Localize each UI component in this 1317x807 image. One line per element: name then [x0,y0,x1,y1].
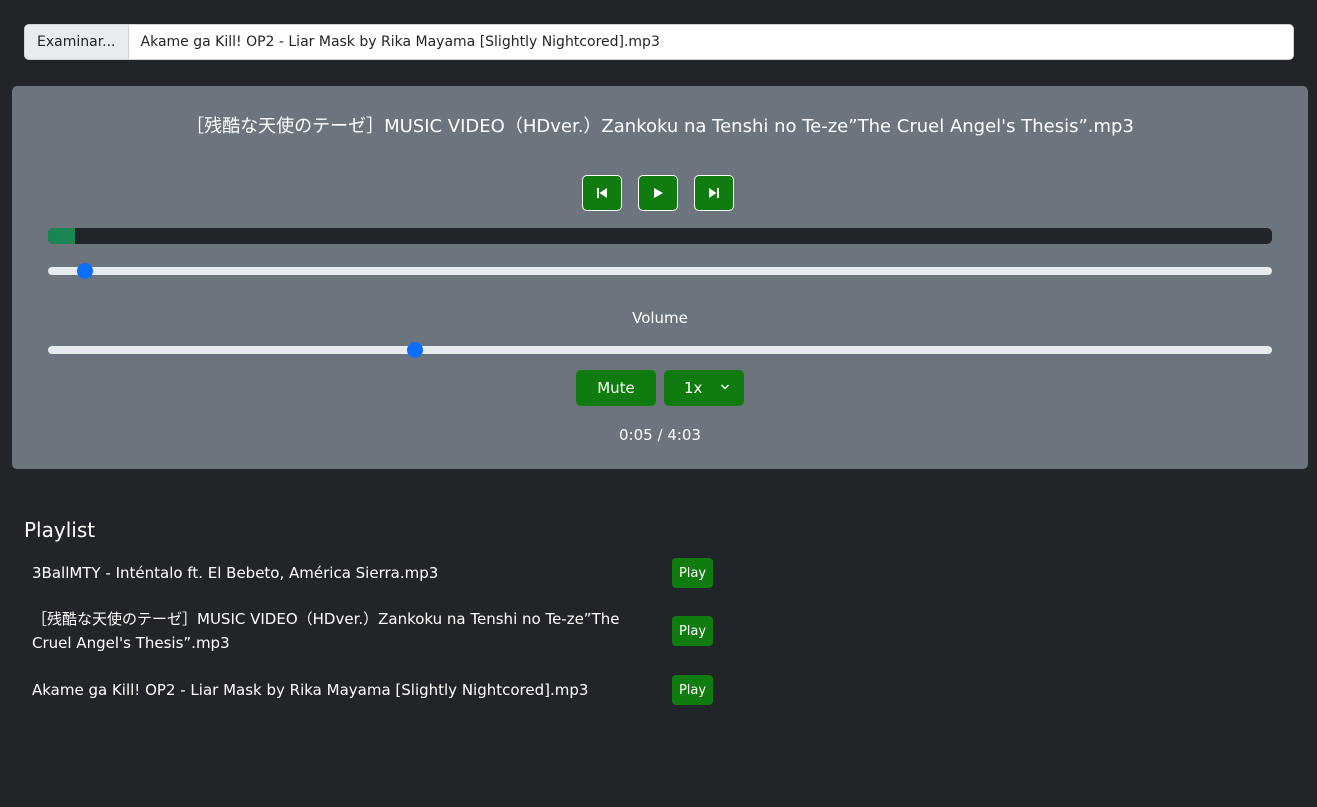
skip-next-icon [709,188,719,198]
time-display: 0:05 / 4:03 [619,426,701,444]
speed-select[interactable]: 1x [664,370,744,406]
seek-track [48,267,1272,275]
player-panel: ［残酷な天使のテーゼ］MUSIC VIDEO（HDver.）Zankoku na… [12,86,1308,469]
previous-button[interactable] [582,175,622,211]
bottom-controls: Mute 1x [576,370,744,406]
selected-file-name: Akame ga Kill! OP2 - Liar Mask by Rika M… [140,34,660,50]
playlist-play-button[interactable]: Play [672,616,713,646]
volume-track [48,346,1272,354]
mute-button[interactable]: Mute [576,370,656,406]
progress-bar [48,228,1272,244]
track-title: ［残酷な天使のテーゼ］MUSIC VIDEO（HDver.）Zankoku na… [186,116,1134,137]
file-input[interactable]: Examinar... Akame ga Kill! OP2 - Liar Ma… [24,24,1294,60]
play-icon [654,188,663,198]
playlist-play-button[interactable]: Play [672,675,713,705]
progress-fill [48,228,75,244]
browse-button[interactable]: Examinar... [25,25,129,59]
playlist-item-name: 3BallMTY - Inténtalo ft. El Bebeto, Amér… [32,564,439,582]
volume-slider[interactable] [48,342,1272,358]
volume-label: Volume [632,309,688,327]
seek-thumb[interactable] [76,263,93,279]
playlist-item-name: ［残酷な天使のテーゼ］MUSIC VIDEO（HDver.）Zankoku na… [32,610,620,652]
playlist-play-button[interactable]: Play [672,558,713,588]
seek-slider[interactable] [48,263,1272,279]
playlist-title: Playlist [24,518,96,542]
next-button[interactable] [694,175,734,211]
playback-controls [582,175,734,211]
playlist-item-name: Akame ga Kill! OP2 - Liar Mask by Rika M… [32,681,589,699]
play-button[interactable] [638,175,678,211]
skip-previous-icon [597,188,607,198]
chevron-down-icon [721,384,729,390]
volume-thumb[interactable] [407,342,424,358]
speed-value: 1x [684,379,703,397]
